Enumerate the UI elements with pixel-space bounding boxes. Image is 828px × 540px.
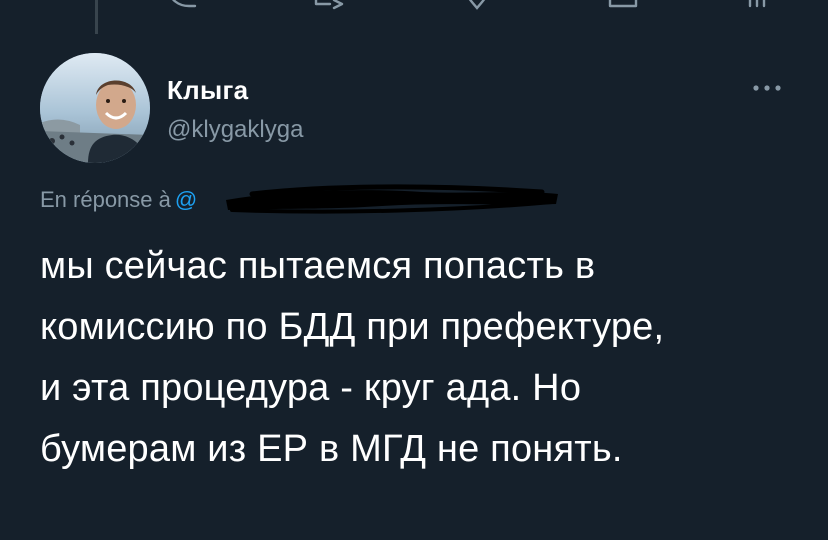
reply-context-prefix: En réponse à xyxy=(40,187,171,212)
avatar-photo xyxy=(40,53,150,163)
reply-icon[interactable] xyxy=(165,0,199,10)
retweet-icon[interactable] xyxy=(312,0,346,10)
thread-connector-line xyxy=(95,0,98,34)
more-options-button[interactable] xyxy=(750,78,784,98)
tweet-author[interactable]: Клыга @klygaklyga xyxy=(167,74,303,146)
tweet-screen: Клыга @klygaklyga En réponse à @ мы сейча… xyxy=(0,0,828,540)
reply-context: En réponse à @ xyxy=(40,184,197,216)
more-icon xyxy=(753,85,781,91)
like-icon[interactable] xyxy=(460,0,494,10)
redaction-scribble xyxy=(222,180,562,216)
previous-tweet-action-bar xyxy=(0,0,828,12)
analytics-icon[interactable] xyxy=(740,0,774,10)
display-name[interactable]: Клыга xyxy=(167,74,303,106)
username-handle[interactable]: @klygaklyga xyxy=(167,114,303,146)
avatar[interactable] xyxy=(40,53,150,163)
share-icon[interactable] xyxy=(606,0,640,10)
reply-mention-link[interactable]: @ xyxy=(175,184,197,216)
tweet-text: мы сейчас пытаемся попасть в комиссию по… xyxy=(40,245,665,470)
